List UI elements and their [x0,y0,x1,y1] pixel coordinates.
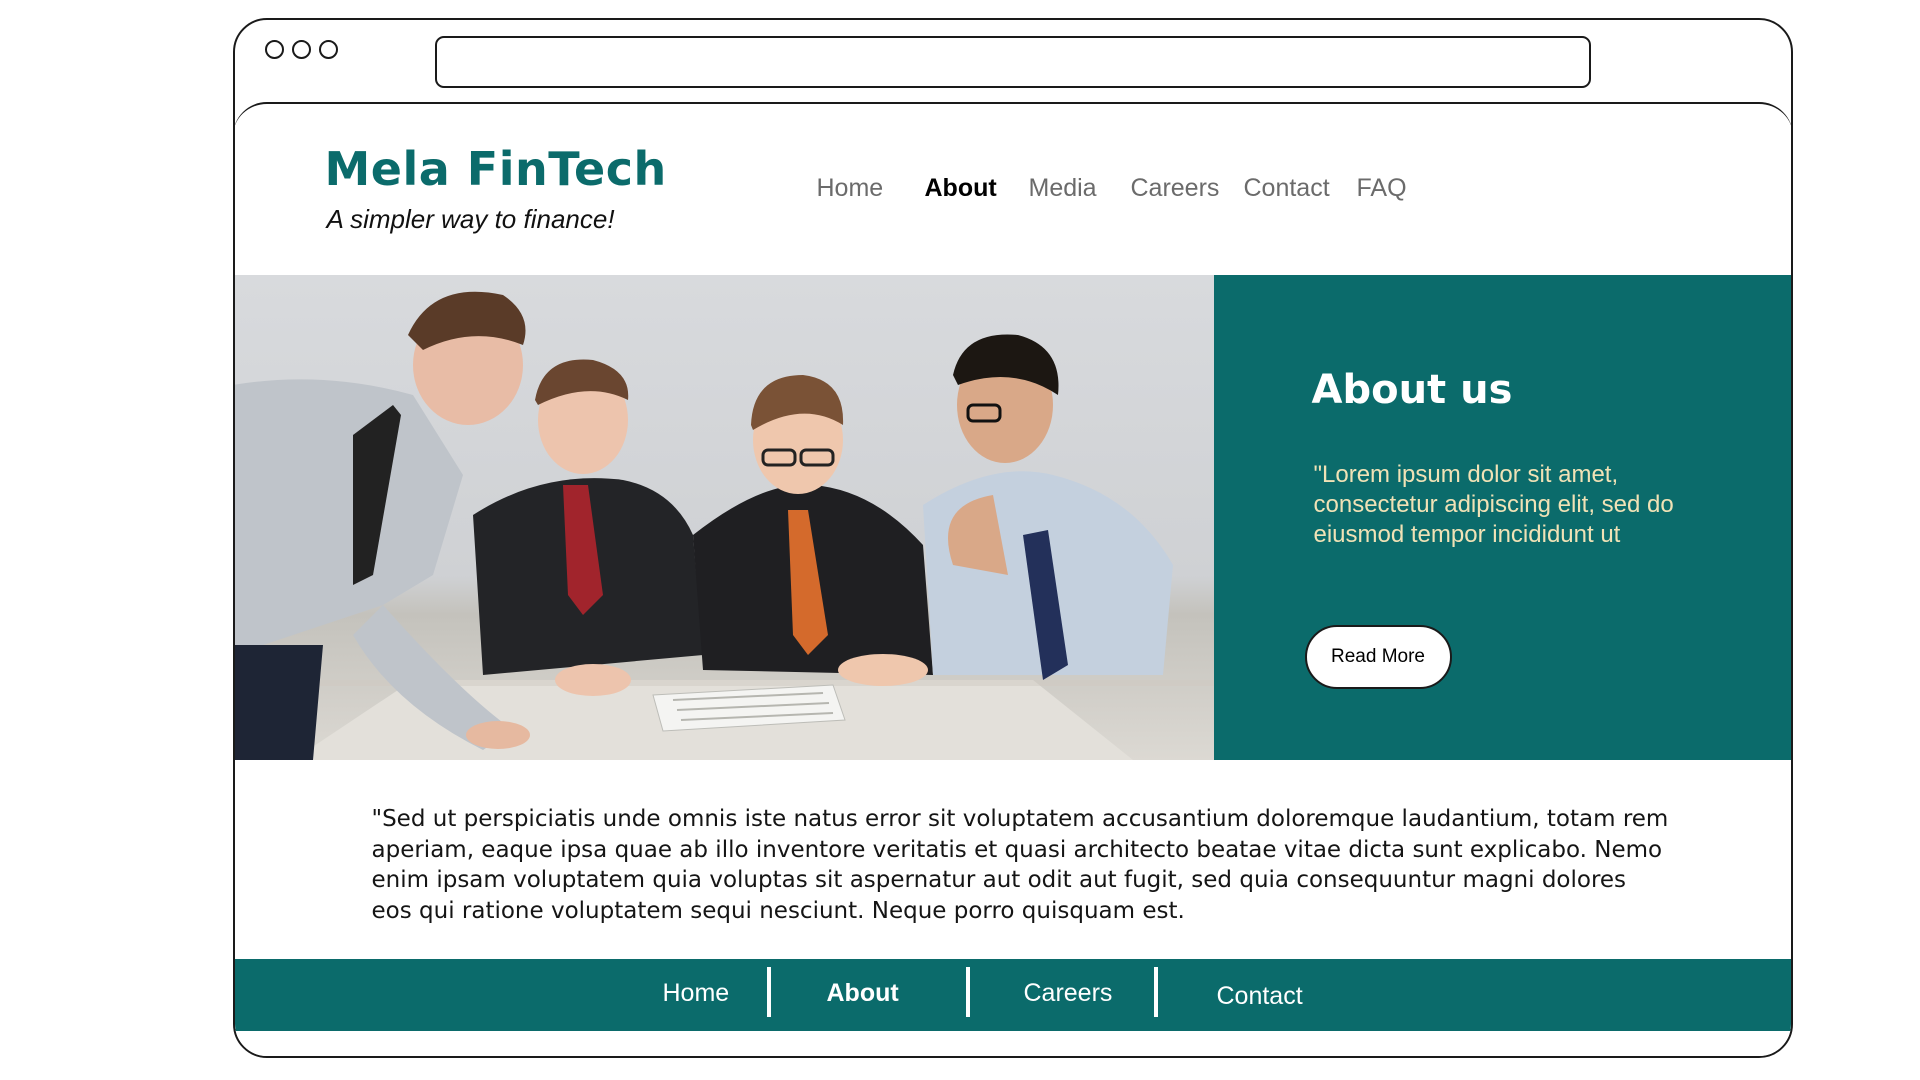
nav-item-media[interactable]: Media [1029,174,1097,203]
nav-item-home[interactable]: Home [817,174,884,203]
footer-item-home[interactable]: Home [663,979,730,1008]
about-text: "Lorem ipsum dolor sit amet, consectetur… [1313,461,1674,548]
read-more-button[interactable]: Read More [1304,625,1452,689]
footer-item-contact[interactable]: Contact [1217,982,1303,1011]
footer-divider [965,967,970,1017]
web-page: Mela FinTech A simpler way to finance! H… [235,102,1791,1056]
business-meeting-illustration [235,291,1214,760]
footer-divider [766,967,771,1017]
nav-item-careers[interactable]: Careers [1131,174,1220,203]
window-control-dot-1[interactable] [265,40,284,59]
nav-item-about[interactable]: About [925,174,997,203]
footer-item-careers[interactable]: Careers [1024,979,1113,1008]
body-paragraph: "Sed ut perspiciatis unde omnis iste nat… [371,806,1669,924]
brand-tagline: A simpler way to finance! [326,204,615,234]
nav-item-faq[interactable]: FAQ [1357,174,1407,203]
about-panel: About us "Lorem ipsum dolor sit amet, co… [1213,275,1791,760]
window-control-dot-3[interactable] [319,40,338,59]
footer-item-about[interactable]: About [827,979,899,1008]
nav-item-contact[interactable]: Contact [1244,174,1330,203]
about-title: About us [1311,367,1513,413]
window-control-dot-2[interactable] [292,40,311,59]
browser-window-frame: Mela FinTech A simpler way to finance! H… [233,18,1793,1058]
hero-image [235,275,1214,760]
footer-nav: Home About Careers Contact [235,959,1791,1031]
footer-divider [1153,967,1158,1017]
stage: Mela FinTech A simpler way to finance! H… [0,0,1920,1080]
address-bar[interactable] [435,36,1591,88]
brand-name: Mela FinTech [324,142,667,196]
